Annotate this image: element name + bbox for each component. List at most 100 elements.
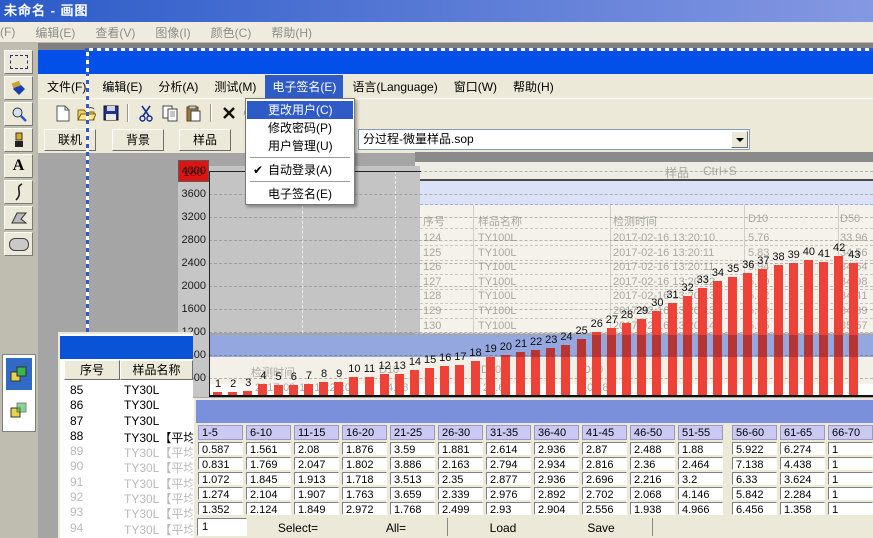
dist-value-cell[interactable]: 2.499 <box>438 502 483 515</box>
copy-icon[interactable] <box>159 103 180 124</box>
analyzer-menu-item[interactable]: 帮助(H) <box>506 75 561 98</box>
dist-value-cell[interactable]: 1.913 <box>294 472 339 485</box>
text-tool[interactable]: A <box>4 154 33 178</box>
dist-value-cell[interactable]: 2.068 <box>630 487 675 500</box>
dist-value-cell[interactable]: 1.876 <box>342 442 387 455</box>
dist-value-cell[interactable]: 1.274 <box>198 487 243 500</box>
dist-value-cell[interactable]: 1.907 <box>294 487 339 500</box>
delete-icon[interactable] <box>218 103 239 124</box>
paint-menu-item[interactable]: 帮助(H) <box>271 24 312 41</box>
dist-value-cell[interactable]: 2.936 <box>534 442 579 455</box>
paint-menu-item[interactable]: 查看(V) <box>95 24 135 41</box>
dist-value-cell[interactable]: 1.561 <box>246 442 291 455</box>
dist-value-cell[interactable]: 3.886 <box>390 457 435 470</box>
polygon-tool[interactable] <box>4 206 33 230</box>
opaque-paste-option[interactable] <box>6 358 32 390</box>
sop-combo[interactable]: 分过程-微量样品.sop <box>358 129 750 150</box>
dist-value-cell[interactable]: 3.2 <box>678 472 723 485</box>
dist-value-cell[interactable]: 1 <box>828 487 873 500</box>
dist-value-cell[interactable]: 1.769 <box>246 457 291 470</box>
dist-value-cell[interactable]: 2.976 <box>486 487 531 500</box>
select-tool[interactable] <box>4 50 33 74</box>
analyzer-menu-item[interactable]: 编辑(E) <box>95 75 149 98</box>
brush-tool[interactable] <box>4 128 33 152</box>
paint-menu-item[interactable]: 图像(I) <box>155 24 190 41</box>
dist-value-cell[interactable]: 2.284 <box>780 487 825 500</box>
dist-value-cell[interactable]: 5.842 <box>732 487 777 500</box>
analyzer-menu-item[interactable]: 电子签名(E) <box>265 75 343 98</box>
dist-value-cell[interactable]: 7.138 <box>732 457 777 470</box>
context-menu-item[interactable]: 修改密码(P) <box>247 119 353 137</box>
paint-menu-item[interactable]: 编辑(E) <box>35 24 75 41</box>
dist-value-cell[interactable]: 0.831 <box>198 457 243 470</box>
paint-menu-item[interactable]: (F) <box>0 25 15 39</box>
dist-value-cell[interactable]: 2.216 <box>630 472 675 485</box>
curve-tool[interactable] <box>4 180 33 204</box>
dist-value-cell[interactable]: 1 <box>828 457 873 470</box>
dist-value-cell[interactable]: 2.614 <box>486 442 531 455</box>
dist-value-cell[interactable]: 1.072 <box>198 472 243 485</box>
dist-value-cell[interactable]: 2.877 <box>486 472 531 485</box>
dist-value-cell[interactable]: 0.587 <box>198 442 243 455</box>
dist-value-cell[interactable]: 6.33 <box>732 472 777 485</box>
dist-value-cell[interactable]: 2.35 <box>438 472 483 485</box>
analyzer-menu-item[interactable]: 窗口(W) <box>447 75 504 98</box>
dist-value-cell[interactable]: 2.104 <box>246 487 291 500</box>
dist-value-cell[interactable]: 5.922 <box>732 442 777 455</box>
dist-value-cell[interactable]: 1.88 <box>678 442 723 455</box>
context-menu-item[interactable]: 更改用户(C) <box>247 101 353 119</box>
dist-value-cell[interactable]: 2.93 <box>486 502 531 515</box>
dist-value-cell[interactable]: 2.794 <box>486 457 531 470</box>
dist-value-cell[interactable]: 2.816 <box>582 457 627 470</box>
dist-value-cell[interactable]: 6.456 <box>732 502 777 515</box>
dist-value-cell[interactable]: 2.163 <box>438 457 483 470</box>
dist-value-cell[interactable]: 1 <box>828 442 873 455</box>
new-icon[interactable] <box>52 103 73 124</box>
dist-value-cell[interactable]: 3.59 <box>390 442 435 455</box>
dist-value-cell[interactable]: 2.904 <box>534 502 579 515</box>
index-field[interactable]: 1 <box>197 518 247 536</box>
quick-button-3[interactable]: 样品 <box>179 129 231 151</box>
dist-value-cell[interactable]: 2.702 <box>582 487 627 500</box>
dist-value-cell[interactable]: 1.938 <box>630 502 675 515</box>
dist-value-cell[interactable]: 2.36 <box>630 457 675 470</box>
dist-value-cell[interactable]: 1.763 <box>342 487 387 500</box>
left-table-header-name[interactable]: 样品名称 <box>120 360 193 380</box>
dist-button-all[interactable]: All= <box>349 518 443 538</box>
dist-value-cell[interactable]: 2.047 <box>294 457 339 470</box>
dist-value-cell[interactable]: 1.768 <box>390 502 435 515</box>
context-menu-item[interactable]: 电子签名(E) <box>247 185 353 203</box>
dist-value-cell[interactable]: 4.966 <box>678 502 723 515</box>
dist-value-cell[interactable]: 3.624 <box>780 472 825 485</box>
context-menu-item[interactable]: ✔自动登录(A) <box>247 161 353 179</box>
dist-value-cell[interactable]: 1.352 <box>198 502 243 515</box>
fill-tool[interactable] <box>4 76 33 100</box>
context-menu-item[interactable]: 用户管理(U) <box>247 137 353 155</box>
analyzer-menu-item[interactable]: 分析(A) <box>151 75 205 98</box>
chevron-down-icon[interactable] <box>731 131 748 148</box>
analyzer-menu-item[interactable]: 语言(Language) <box>345 75 444 98</box>
dist-value-cell[interactable]: 2.124 <box>246 502 291 515</box>
dist-value-cell[interactable]: 2.936 <box>534 472 579 485</box>
dist-value-cell[interactable]: 1 <box>828 472 873 485</box>
dist-value-cell[interactable]: 1.881 <box>438 442 483 455</box>
dist-value-cell[interactable]: 2.464 <box>678 457 723 470</box>
dist-value-cell[interactable]: 2.488 <box>630 442 675 455</box>
dist-value-cell[interactable]: 1.718 <box>342 472 387 485</box>
dist-value-cell[interactable]: 1.802 <box>342 457 387 470</box>
quick-button-2[interactable]: 背景 <box>112 129 164 151</box>
paint-menu-item[interactable]: 颜色(C) <box>211 24 252 41</box>
rounded-rect-tool[interactable] <box>4 232 33 256</box>
dist-value-cell[interactable]: 2.934 <box>534 457 579 470</box>
dist-button-select[interactable]: Select= <box>251 518 345 538</box>
dist-value-cell[interactable]: 1.849 <box>294 502 339 515</box>
dist-value-cell[interactable]: 2.696 <box>582 472 627 485</box>
dist-value-cell[interactable]: 4.146 <box>678 487 723 500</box>
left-table-header-seq[interactable]: 序号 <box>64 360 120 380</box>
paste-icon[interactable] <box>183 103 204 124</box>
dist-value-cell[interactable]: 3.659 <box>390 487 435 500</box>
dist-value-cell[interactable]: 3.513 <box>390 472 435 485</box>
transparent-paste-option[interactable] <box>6 394 32 426</box>
save-icon[interactable] <box>100 103 121 124</box>
dist-button-load[interactable]: Load <box>456 518 550 538</box>
